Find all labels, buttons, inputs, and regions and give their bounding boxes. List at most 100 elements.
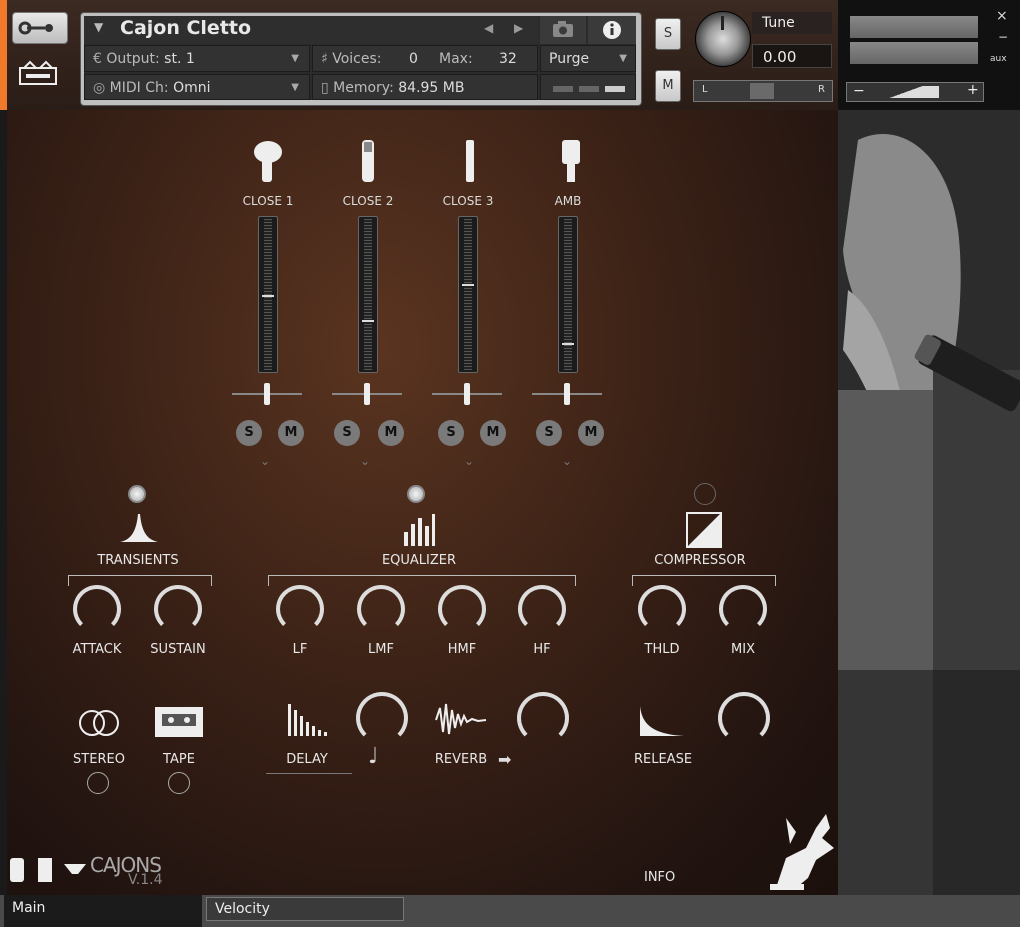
delay-underline xyxy=(266,773,352,774)
minimize-icon[interactable]: − xyxy=(998,30,1008,44)
name-row: ▼ Cajon Cletto ◀ ▶ xyxy=(84,16,538,44)
sustain-label: SUSTAIN xyxy=(150,642,206,657)
channel-solo-button[interactable]: S xyxy=(438,420,464,446)
channel-label: CLOSE 2 xyxy=(342,194,394,208)
delay-icon xyxy=(288,704,327,736)
info-link[interactable]: INFO xyxy=(644,870,675,885)
lmf-knob[interactable] xyxy=(357,585,405,633)
reverb-knob[interactable] xyxy=(517,692,569,744)
tab-velocity[interactable]: Velocity xyxy=(206,897,404,921)
channel-mute-button[interactable]: M xyxy=(378,420,404,446)
equalizer-bracket xyxy=(268,575,576,586)
channel-solo-button[interactable]: S xyxy=(236,420,262,446)
snapshot-button[interactable] xyxy=(540,16,586,44)
threshold-knob[interactable] xyxy=(638,585,686,633)
stereo-enable-led[interactable] xyxy=(87,772,109,794)
close-icon[interactable]: × xyxy=(996,8,1008,24)
tape-icon xyxy=(155,707,203,737)
camera-icon xyxy=(553,21,573,37)
tab-main[interactable]: Main xyxy=(4,895,202,927)
midi-channel-select[interactable]: ◎ MIDI Ch: Omni ▼ xyxy=(84,74,310,100)
wrench-icon xyxy=(18,21,53,35)
tape-enable-led[interactable] xyxy=(168,772,190,794)
hf-label: HF xyxy=(533,642,551,657)
transients-enable-led[interactable] xyxy=(128,485,146,503)
pan-handle[interactable] xyxy=(750,83,774,99)
fader-level-mark[interactable] xyxy=(562,343,574,345)
channel-mute-button[interactable]: M xyxy=(578,420,604,446)
transients-title: TRANSIENTS xyxy=(97,553,179,568)
info-button[interactable] xyxy=(588,16,636,44)
volume-plus-icon[interactable]: + xyxy=(967,82,979,98)
tune-label: Tune xyxy=(752,12,832,34)
hf-knob[interactable] xyxy=(518,585,566,633)
sustain-knob[interactable] xyxy=(154,585,202,633)
volume-fader[interactable] xyxy=(558,216,578,373)
equalizer-enable-led[interactable] xyxy=(407,485,425,503)
reverb-arrow-icon[interactable]: ➡ xyxy=(498,750,511,769)
collapse-arrow-icon[interactable]: ▼ xyxy=(94,20,103,34)
close2-mic-icon xyxy=(362,140,374,182)
pan-slider-handle[interactable] xyxy=(364,383,370,405)
wrench-button[interactable] xyxy=(12,12,68,44)
accent-edge xyxy=(0,0,7,110)
instrument-name[interactable]: Cajon Cletto xyxy=(120,17,251,39)
attack-label: ATTACK xyxy=(72,642,122,657)
volume-fader[interactable] xyxy=(458,216,478,373)
channel-mute-button[interactable]: M xyxy=(278,420,304,446)
meter-segment xyxy=(553,86,573,92)
library-logo-icon xyxy=(19,60,57,85)
fader-level-mark[interactable] xyxy=(262,295,274,297)
channel-mute-button[interactable]: M xyxy=(480,420,506,446)
next-instrument-icon[interactable]: ▶ xyxy=(514,21,523,35)
tune-knob[interactable] xyxy=(695,11,751,67)
purge-menu[interactable]: Purge ▼ xyxy=(540,45,636,72)
library-logo xyxy=(16,60,60,92)
transients-bracket xyxy=(68,575,212,586)
pan-slider-handle[interactable] xyxy=(264,383,270,405)
meter-segment xyxy=(605,86,625,92)
close3-mic-icon xyxy=(466,140,474,182)
volume-fader[interactable] xyxy=(358,216,378,373)
volume-slider[interactable]: − + xyxy=(846,82,984,102)
mix-knob[interactable] xyxy=(719,585,767,633)
channel-solo-button[interactable]: S xyxy=(334,420,360,446)
max-voices-value[interactable]: 32 xyxy=(499,46,517,72)
volume-minus-icon[interactable]: − xyxy=(853,83,865,99)
compressor-enable-led[interactable] xyxy=(694,483,716,505)
compressor-bracket xyxy=(632,575,776,586)
pan-right-label: R xyxy=(818,84,825,95)
cajon-photo xyxy=(838,110,1020,895)
purge-label: Purge xyxy=(549,51,590,67)
channel-solo-button[interactable]: S xyxy=(536,420,562,446)
release-knob[interactable] xyxy=(718,692,770,744)
pan-slider-handle[interactable] xyxy=(464,383,470,405)
tune-value[interactable]: 0.00 xyxy=(752,44,832,68)
mute-button[interactable]: M xyxy=(655,70,681,102)
chevron-down-icon[interactable]: ⌄ xyxy=(360,454,370,468)
version-label: V.1.4 xyxy=(128,872,163,888)
lf-knob[interactable] xyxy=(276,585,324,633)
note-sync-icon[interactable]: ♩ xyxy=(368,744,378,769)
chevron-down-icon[interactable]: ⌄ xyxy=(260,454,270,468)
fader-level-mark[interactable] xyxy=(462,284,474,286)
delay-knob[interactable] xyxy=(356,692,408,744)
volume-fader[interactable] xyxy=(258,216,278,373)
prev-instrument-icon[interactable]: ◀ xyxy=(484,21,493,35)
attack-knob[interactable] xyxy=(73,585,121,633)
output-select[interactable]: € Output: st. 1 ▼ xyxy=(84,45,310,72)
midi-value: Omni xyxy=(173,80,211,96)
chevron-down-icon[interactable]: ⌄ xyxy=(464,454,474,468)
reverb-label[interactable]: REVERB xyxy=(426,752,496,767)
fader-fill xyxy=(564,219,572,370)
delay-label[interactable]: DELAY xyxy=(272,752,342,767)
output-meter xyxy=(540,74,636,100)
hmf-knob[interactable] xyxy=(438,585,486,633)
chevron-down-icon[interactable]: ⌄ xyxy=(562,454,572,468)
fader-level-mark[interactable] xyxy=(362,320,374,322)
solo-button[interactable]: S xyxy=(655,18,681,50)
meter-segment xyxy=(579,86,599,92)
pan-slider[interactable]: L R xyxy=(693,80,833,102)
pan-slider-handle[interactable] xyxy=(564,383,570,405)
aux-label[interactable]: aux xyxy=(990,54,1007,64)
